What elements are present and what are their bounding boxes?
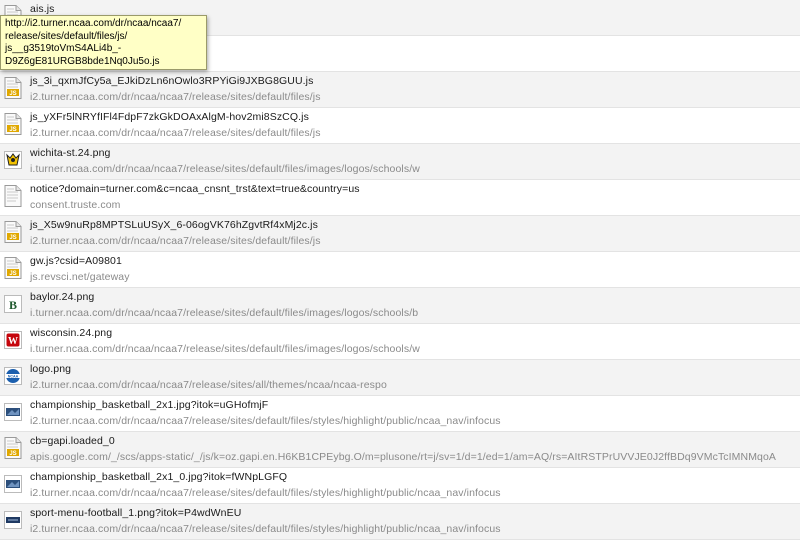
request-name: cb=gapi.loaded_0 [30, 435, 115, 447]
request-row[interactable]: JS gw.js?csid=A09801 js.revsci.net/gateway [0, 252, 800, 288]
request-url: i2.turner.ncaa.com/dr/ncaa/ncaa7/release… [30, 523, 501, 535]
url-tooltip: http://i2.turner.ncaa.com/dr/ncaa/ncaa7/… [0, 15, 207, 70]
request-url: i2.turner.ncaa.com/dr/ncaa/ncaa7/release… [30, 415, 501, 427]
request-url: consent.truste.com [30, 199, 121, 211]
svg-text:JS: JS [9, 91, 16, 97]
document-file-icon [4, 185, 22, 207]
svg-text:NCAA: NCAA [8, 374, 19, 378]
svg-text:JS: JS [9, 451, 16, 457]
request-row[interactable]: notice?domain=turner.com&c=ncaa_cnsnt_tr… [0, 180, 800, 216]
ncaa-logo-icon: NCAA [4, 365, 22, 387]
baylor-logo-icon: B [4, 293, 22, 315]
request-row[interactable]: JS js_yXFr5lNRYfIFl4FdpF7zkGkDOAxAlgM-hov… [0, 108, 800, 144]
request-url: apis.google.com/_/scs/apps-static/_/js/k… [30, 451, 777, 463]
request-url: i2.turner.ncaa.com/dr/ncaa/ncaa7/release… [30, 91, 321, 103]
request-row[interactable]: Wwisconsin.24.png i.turner.ncaa.com/dr/nc… [0, 324, 800, 360]
js-file-icon: JS [4, 257, 22, 279]
request-name: js_yXFr5lNRYfIFl4FdpF7zkGkDOAxAlgM-hov2m… [30, 111, 309, 123]
js-file-icon: JS [4, 113, 22, 135]
svg-text:JS: JS [9, 271, 16, 277]
tooltip-line: js__g3519toVmS4ALi4b_- [5, 43, 122, 54]
request-url: i.turner.ncaa.com/dr/ncaa/ncaa7/release/… [30, 163, 420, 175]
request-url: i2.turner.ncaa.com/dr/ncaa/ncaa7/release… [30, 487, 501, 499]
request-row[interactable]: JS cb=gapi.loaded_0 apis.google.com/_/scs/… [0, 432, 800, 468]
request-name: ais.js [30, 3, 55, 15]
request-url: i.turner.ncaa.com/dr/ncaa/ncaa7/release/… [30, 343, 420, 355]
js-file-icon: JS [4, 77, 22, 99]
image-thumbnail-icon [4, 473, 22, 495]
request-name: notice?domain=turner.com&c=ncaa_cnsnt_tr… [30, 183, 360, 195]
wisconsin-logo-icon: W [4, 329, 22, 351]
request-url: js.revsci.net/gateway [30, 271, 130, 283]
request-row[interactable]: NCAA logo.png i2.turner.ncaa.com/dr/ncaa/n… [0, 360, 800, 396]
request-name: logo.png [30, 363, 72, 375]
request-name: championship_basketball_2x1_0.jpg?itok=f… [30, 471, 288, 483]
request-url: i2.turner.ncaa.com/dr/ncaa/ncaa7/release… [30, 127, 321, 139]
request-name: wichita-st.24.png [30, 147, 111, 159]
request-url: i.turner.ncaa.com/dr/ncaa/ncaa7/release/… [30, 307, 419, 319]
request-row[interactable]: championship_basketball_2x1.jpg?itok=uGH… [0, 396, 800, 432]
svg-text:JS: JS [9, 235, 16, 241]
request-name: gw.js?csid=A09801 [30, 255, 122, 267]
request-row[interactable]: JS js_3i_qxmJfCy5a_EJkiDzLn6nOwlo3RPYiGi9… [0, 72, 800, 108]
request-name: js_3i_qxmJfCy5a_EJkiDzLn6nOwlo3RPYiGi9JX… [30, 75, 314, 87]
request-row[interactable]: Bbaylor.24.png i.turner.ncaa.com/dr/ncaa/… [0, 288, 800, 324]
tooltip-line: D9Z6gE81URGB8bde1Nq0Ju5o.js [5, 55, 160, 67]
tooltip-line: release/sites/default/files/js/ [5, 30, 128, 42]
football-thumbnail-icon [4, 509, 22, 531]
request-name: sport-menu-football_1.png?itok=P4wdWnEU [30, 507, 242, 519]
svg-text:B: B [9, 298, 17, 312]
request-row[interactable]: championship_basketball_2x1_0.jpg?itok=f… [0, 468, 800, 504]
image-thumbnail-icon [4, 401, 22, 423]
request-row[interactable]: sport-menu-football_1.png?itok=P4wdWnEUi… [0, 504, 800, 540]
network-request-list: JS ais.js JS JS js_3i_qxmJfCy5a_EJkiDzLn6nOw… [0, 0, 800, 540]
request-name: championship_basketball_2x1.jpg?itok=uGH… [30, 399, 269, 411]
wichita-state-logo-icon [4, 149, 22, 171]
tooltip-line: http://i2.turner.ncaa.com/dr/ncaa/ncaa7/ [5, 18, 182, 29]
js-file-icon: JS [4, 437, 22, 459]
request-name: wisconsin.24.png [30, 327, 113, 339]
js-file-icon: JS [4, 221, 22, 243]
request-row[interactable]: JS js_X5w9nuRp8MPTSLuUSyX_6-06ogVK76hZgvt… [0, 216, 800, 252]
request-name: baylor.24.png [30, 291, 95, 303]
request-url: i2.turner.ncaa.com/dr/ncaa/ncaa7/release… [30, 235, 321, 247]
request-name: js_X5w9nuRp8MPTSLuUSyX_6-06ogVK76hZgvtRf… [30, 219, 318, 231]
svg-text:W: W [8, 336, 18, 347]
request-url: i2.turner.ncaa.com/dr/ncaa/ncaa7/release… [30, 379, 387, 391]
svg-text:JS: JS [9, 127, 16, 133]
request-row[interactable]: wichita-st.24.png i.turner.ncaa.com/dr/nc… [0, 144, 800, 180]
